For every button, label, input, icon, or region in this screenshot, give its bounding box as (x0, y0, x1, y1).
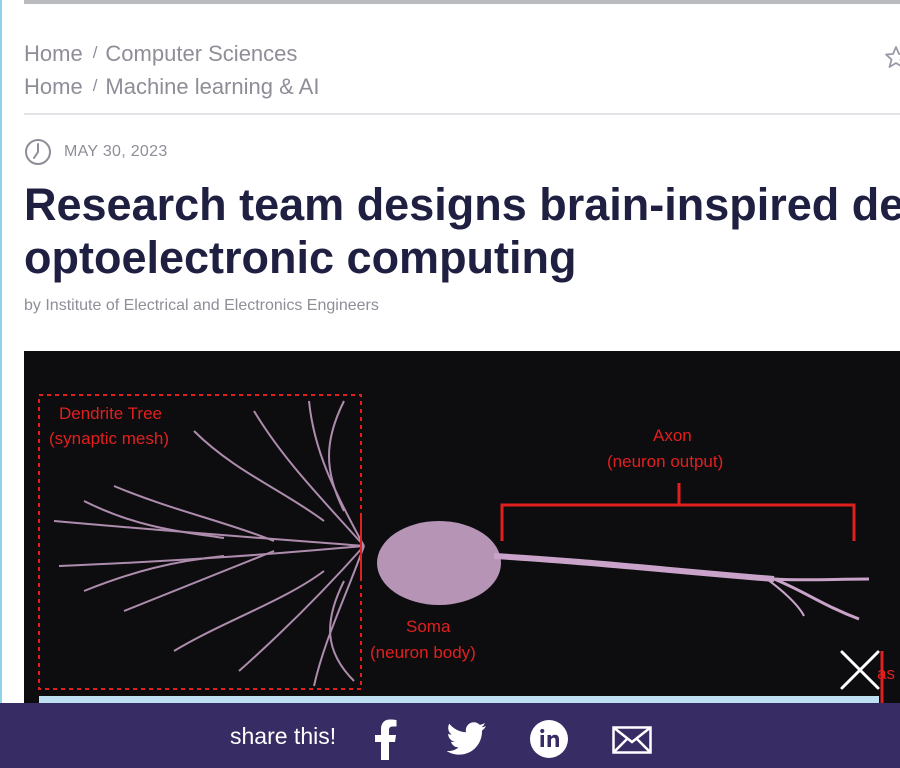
breadcrumb-computer-sciences-link[interactable]: Computer Sciences (105, 39, 297, 69)
breadcrumb-row: Home / Computer Sciences (24, 38, 319, 71)
label-axon: Axon (653, 426, 692, 445)
window-left-edge (0, 0, 2, 768)
label-soma: Soma (406, 617, 451, 636)
bookmark-star-icon[interactable] (884, 44, 900, 70)
share-label: share this! (230, 723, 337, 749)
facebook-icon[interactable] (372, 718, 398, 760)
share-bar: share this! (0, 703, 900, 768)
breadcrumb-separator: / (92, 76, 98, 95)
article-figure: Dendrite Tree (synaptic mesh) Axon (neur… (24, 351, 900, 711)
label-neuron-body: (neuron body) (370, 643, 476, 662)
article-date-row: MAY 30, 2023 (24, 138, 168, 166)
clock-icon (25, 139, 51, 165)
breadcrumb: Home / Computer Sciences Home / Machine lear… (24, 38, 319, 104)
neuron-diagram: Dendrite Tree (synaptic mesh) Axon (neur… (38, 394, 895, 711)
email-icon[interactable] (612, 726, 652, 754)
header-divider (24, 113, 900, 115)
close-icon[interactable] (838, 648, 882, 692)
article-title-line1: Research team designs brain-inspired de (24, 179, 900, 230)
breadcrumb-home-link[interactable]: Home (24, 72, 83, 102)
axon-bracket (500, 483, 856, 541)
axon (493, 553, 870, 621)
twitter-icon[interactable] (447, 721, 487, 757)
label-synaptic-mesh: (synaptic mesh) (49, 429, 169, 448)
article-date: MAY 30, 2023 (64, 143, 168, 160)
breadcrumb-row: Home / Machine learning & AI (24, 71, 319, 104)
breadcrumb-machine-learning-link[interactable]: Machine learning & AI (105, 72, 319, 102)
label-dendrite-tree: Dendrite Tree (59, 404, 162, 423)
linkedin-icon[interactable] (529, 719, 569, 759)
article-title: Research team designs brain-inspired de o… (24, 178, 900, 284)
breadcrumb-home-link[interactable]: Home (24, 39, 83, 69)
breadcrumb-separator: / (92, 43, 98, 62)
article-title-line2: optoelectronic computing (24, 232, 577, 283)
soma-body (377, 521, 501, 605)
top-rule (24, 0, 900, 4)
article-byline: by Institute of Electrical and Electroni… (24, 297, 379, 314)
label-neuron-output: (neuron output) (607, 452, 723, 471)
